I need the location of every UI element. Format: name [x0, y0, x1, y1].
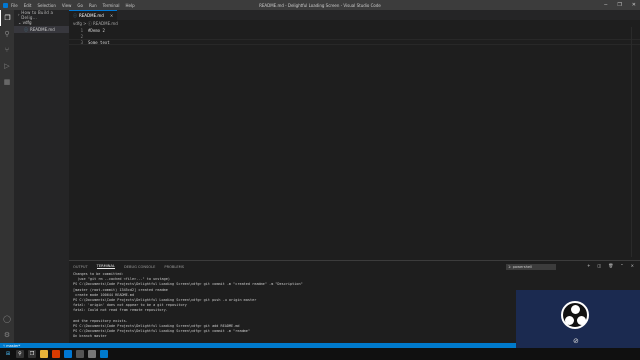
code-editor[interactable]: 1 #Demo 2 2 3 Some text	[69, 27, 640, 45]
tab-problems[interactable]: PROBLEMS	[164, 265, 184, 269]
editor-area: ⓘ README.md × vdfg > ⓘ README.md 1 #Demo…	[69, 10, 640, 260]
editor-tabs: ⓘ README.md ×	[69, 10, 640, 20]
search-icon[interactable]: ⚲	[0, 26, 14, 42]
files-icon[interactable]: ❐	[0, 10, 14, 26]
obs-logo-icon	[561, 301, 589, 329]
title-bar: File Edit Selection View Go Run Terminal…	[0, 0, 640, 10]
vscode-logo-icon	[3, 2, 8, 8]
line-text: #Demo 2	[88, 27, 105, 33]
source-control-icon[interactable]: ⑂	[0, 42, 14, 58]
run-debug-icon[interactable]: ▷	[0, 58, 14, 74]
panel-actions: + ◫ 🗑 ⌃ ×	[587, 263, 634, 268]
restore-icon[interactable]: ❐	[617, 2, 621, 8]
menu-help[interactable]: Help	[126, 3, 135, 8]
close-icon[interactable]: ✕	[632, 2, 636, 8]
folder-row[interactable]: ⌄ vdfg	[14, 19, 69, 26]
folder-label: vdfg	[22, 20, 32, 25]
close-panel-icon[interactable]: ×	[631, 263, 634, 268]
menu-go[interactable]: Go	[77, 3, 83, 8]
window-controls: ─ ❐ ✕	[604, 0, 636, 10]
menu-run[interactable]: Run	[89, 3, 97, 8]
menu-terminal[interactable]: Terminal	[103, 3, 120, 8]
account-icon[interactable]: ◯	[0, 311, 14, 327]
vscode-taskbar-icon[interactable]	[100, 350, 108, 358]
breadcrumb[interactable]: vdfg > ⓘ README.md	[69, 20, 640, 27]
task-view-icon[interactable]: ❐	[28, 350, 36, 358]
markdown-file-icon: ⓘ	[73, 12, 77, 18]
branch-indicator[interactable]: master*	[6, 344, 20, 348]
line-text: Some text	[88, 39, 110, 45]
file-label: README.md	[30, 27, 55, 32]
extensions-icon[interactable]: ▦	[0, 74, 14, 90]
menu-selection[interactable]: Selection	[37, 3, 55, 8]
add-terminal-icon[interactable]: +	[587, 263, 590, 268]
explorer-sidebar: › How to Build a Delig... ⌄ vdfg ⓘ READM…	[14, 10, 69, 343]
code-line-current: 3 Some text	[69, 39, 640, 45]
tab-readme[interactable]: ⓘ README.md ×	[69, 10, 118, 20]
menu-file[interactable]: File	[11, 3, 18, 8]
tab-output[interactable]: OUTPUT	[73, 265, 88, 269]
scrollbar[interactable]	[631, 27, 632, 257]
tab-terminal[interactable]: TERMINAL	[96, 264, 115, 269]
markdown-file-icon: ⓘ	[24, 26, 28, 32]
trash-icon[interactable]: 🗑	[608, 263, 613, 268]
file-explorer-icon[interactable]	[40, 350, 48, 358]
line-number: 2	[80, 33, 83, 39]
line-number: 3	[80, 39, 83, 45]
camera-off-icon: ⊘	[573, 337, 579, 345]
chevron-up-icon[interactable]: ⌃	[620, 263, 623, 268]
browser-icon[interactable]	[52, 350, 60, 358]
close-tab-icon[interactable]: ×	[110, 13, 113, 18]
obs-overlay: ⊘	[516, 290, 640, 348]
minimize-icon[interactable]: ─	[604, 2, 607, 8]
split-terminal-icon[interactable]: ◫	[597, 263, 601, 268]
settings-gear-icon[interactable]: ⚙	[0, 327, 14, 343]
app-icon[interactable]	[88, 350, 96, 358]
workspace-title: How to Build a Delig...	[21, 9, 54, 20]
tab-debug-console[interactable]: DEBUG CONSOLE	[124, 265, 155, 269]
menu-view[interactable]: View	[62, 3, 72, 8]
file-row-readme[interactable]: ⓘ README.md	[14, 26, 69, 33]
line-number: 1	[80, 27, 83, 33]
explorer-header[interactable]: › How to Build a Delig...	[14, 9, 69, 20]
activity-bar: ❐ ⚲ ⑂ ▷ ▦ ◯ ⚙	[0, 10, 14, 343]
mail-icon[interactable]	[64, 350, 72, 358]
app-icon[interactable]	[76, 350, 84, 358]
search-icon[interactable]: ⚲	[16, 350, 24, 358]
menu-edit[interactable]: Edit	[24, 3, 32, 8]
windows-start-icon[interactable]: ⊞	[4, 350, 12, 358]
os-taskbar: ⊞ ⚲ ❐	[0, 348, 640, 360]
terminal-select[interactable]: 1: powershell	[506, 264, 556, 270]
tab-label: README.md	[79, 13, 104, 18]
